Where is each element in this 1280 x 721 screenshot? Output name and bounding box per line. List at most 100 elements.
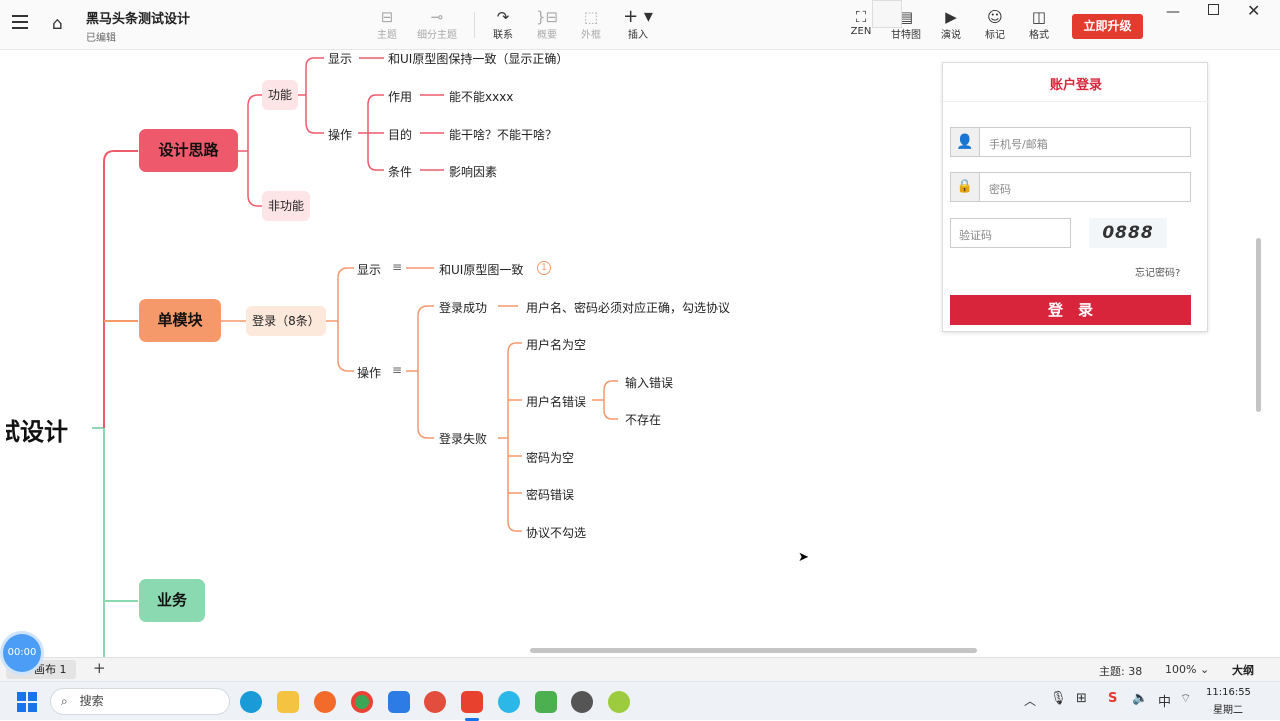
notes-icon: ≡ [392,260,403,274]
pdf-icon[interactable] [424,691,446,713]
wifi-icon[interactable]: ⌔ [1180,691,1191,706]
password-field[interactable]: 🔒 密码 [950,172,1191,202]
pitch-icon: ▶ [945,8,957,26]
recording-timer[interactable]: 00:00 [3,634,41,672]
mouse-cursor-icon: ➤ [798,550,809,565]
chrome-icon[interactable] [351,691,373,713]
doc-title[interactable]: 黑马头条测试设计 [86,8,190,27]
topic-login-success[interactable]: 登录成功 [439,299,487,316]
topic-op-value[interactable]: 能不能xxxx [449,88,513,105]
forgot-password-link[interactable]: 忘记密码? [1135,264,1180,279]
toolbar-summary-button[interactable]: }⊟ 概要 [527,8,567,41]
toolbar-marker-button[interactable]: ☺ 标记 [975,8,1015,41]
toolbar-insert-button[interactable]: + ▾ 插入 [618,6,658,42]
topic-single-display-text[interactable]: 和UI原型图一致 [439,261,523,278]
topic-business[interactable]: 业务 [139,579,205,622]
subtopic-icon: ⊸ [430,8,444,26]
topic-nonfunctional[interactable]: 非功能 [262,191,310,221]
status-bar: 画布 1 ⌄ + 主题: 38 100% ⌄ 大纲 [0,657,1280,695]
topic-fail-item[interactable]: 用户名错误 [526,393,586,410]
notes-icon: ≡ [392,363,403,377]
clock-app-icon[interactable] [571,691,593,713]
file-explorer-icon[interactable] [277,691,299,713]
vertical-scrollbar[interactable] [1256,238,1261,412]
toolbar-format-button[interactable]: ◫ 格式 [1019,8,1059,41]
topic-op-key[interactable]: 条件 [388,163,412,180]
windows-start-icon[interactable] [17,692,37,712]
taskbar-search-box[interactable]: ⌕ 搜索 [50,688,230,715]
topic-count: 主题: 38 [1099,665,1143,678]
relation-icon: ↷ [496,8,510,26]
topic-single-operate[interactable]: 操作 [357,364,381,381]
topic-login-fail[interactable]: 登录失败 [439,430,487,447]
topic-op-value[interactable]: 影响因素 [449,163,497,180]
user-icon: 👤 [951,128,980,156]
maximize-icon[interactable] [1208,4,1219,15]
menu-icon[interactable] [12,15,28,29]
topic-fail-item[interactable]: 密码错误 [526,486,574,503]
chart-app-icon[interactable] [535,691,557,713]
phone-email-placeholder: 手机号/邮箱 [989,138,1048,151]
xmind-icon[interactable] [461,691,483,713]
login-title: 账户登录 [1049,78,1102,93]
toolbar-divider [474,12,475,38]
green-app-icon[interactable] [608,691,630,713]
topic-username-error-item[interactable]: 不存在 [625,411,661,428]
horizontal-scrollbar[interactable] [530,648,977,653]
topic-username-error-item[interactable]: 输入错误 [625,374,673,391]
insert-icon: + ▾ [623,6,653,27]
topic-single-display[interactable]: 显示 [357,261,381,278]
input-method-icon[interactable]: S [1108,691,1117,706]
language-icon[interactable]: 中 [1158,691,1171,710]
root-topic[interactable]: 试设计 [6,412,68,447]
toolbar-subtopic-button[interactable]: ⊸ 细分主题 [412,8,462,41]
topic-fail-item[interactable]: 用户名为空 [526,336,586,353]
toolbar-relation-button[interactable]: ↷ 联系 [483,8,523,41]
toolbar-pitch-button[interactable]: ▶ 演说 [931,8,971,41]
comment-badge[interactable]: 1 [537,261,551,275]
zoom-select[interactable]: 100% ⌄ [1165,663,1209,676]
topic-single-module[interactable]: 单模块 [139,299,221,342]
toolbar-boundary-button[interactable]: ⬚ 外框 [571,8,611,41]
topic-fail-item[interactable]: 密码为空 [526,449,574,466]
thumbnail-preview[interactable] [872,0,902,28]
topic-design-operate[interactable]: 操作 [328,126,352,143]
copilot-icon[interactable] [498,691,520,713]
boundary-icon: ⬚ [583,8,599,26]
network-tray-icon[interactable]: ⊞ [1076,691,1087,706]
toolbar-topic-button[interactable]: ⊟ 主题 [367,8,407,41]
topic-op-key[interactable]: 目的 [388,126,412,143]
microphone-icon[interactable]: 🎙 [1050,691,1067,706]
upgrade-button[interactable]: 立即升级 [1072,14,1143,39]
login-panel-image[interactable]: 账户登录 👤 手机号/邮箱 🔒 密码 验证码 0888 忘记密码? 登 录 [942,62,1209,332]
clock-time[interactable]: 11:16:55 [1206,687,1251,698]
topic-design-display[interactable]: 显示 [328,50,352,67]
captcha-field[interactable]: 验证码 [950,218,1071,248]
edge-icon[interactable] [240,691,262,713]
topic-op-value[interactable]: 能干啥？不能干啥？ [449,126,557,143]
phone-email-field[interactable]: 👤 手机号/邮箱 [950,127,1191,157]
home-icon[interactable]: ⌂ [52,14,63,34]
minimize-icon[interactable]: — [1166,4,1180,20]
topic-design-thinking[interactable]: 设计思路 [139,129,238,172]
topic-functional[interactable]: 功能 [262,80,298,110]
feedback-icon[interactable] [388,691,410,713]
topic-op-key[interactable]: 作用 [388,88,412,105]
login-submit-button[interactable]: 登 录 [950,295,1191,325]
volume-icon[interactable]: 🔈 [1132,691,1148,706]
topic-icon: ⊟ [380,8,394,26]
topic-login[interactable]: 登录（8条） [246,306,326,336]
clock-day[interactable]: 星期二 [1213,701,1243,716]
firefox-icon[interactable] [314,691,336,713]
captcha-image[interactable]: 0888 [1089,218,1167,248]
marker-icon: ☺ [987,8,1003,26]
topic-login-success-text[interactable]: 用户名、密码必须对应正确，勾选协议 [526,299,730,316]
close-icon[interactable]: ✕ [1247,1,1260,20]
topic-design-display-text[interactable]: 和UI原型图保持一致（显示正确） [388,50,568,67]
topic-fail-item[interactable]: 协议不勾选 [526,524,586,541]
summary-icon: }⊟ [535,8,559,26]
captcha-placeholder: 验证码 [959,229,992,242]
tray-chevron-icon[interactable]: ︿ [1024,692,1036,709]
outline-button[interactable]: 大纲 [1232,662,1254,678]
add-sheet-button[interactable]: + [93,659,106,677]
